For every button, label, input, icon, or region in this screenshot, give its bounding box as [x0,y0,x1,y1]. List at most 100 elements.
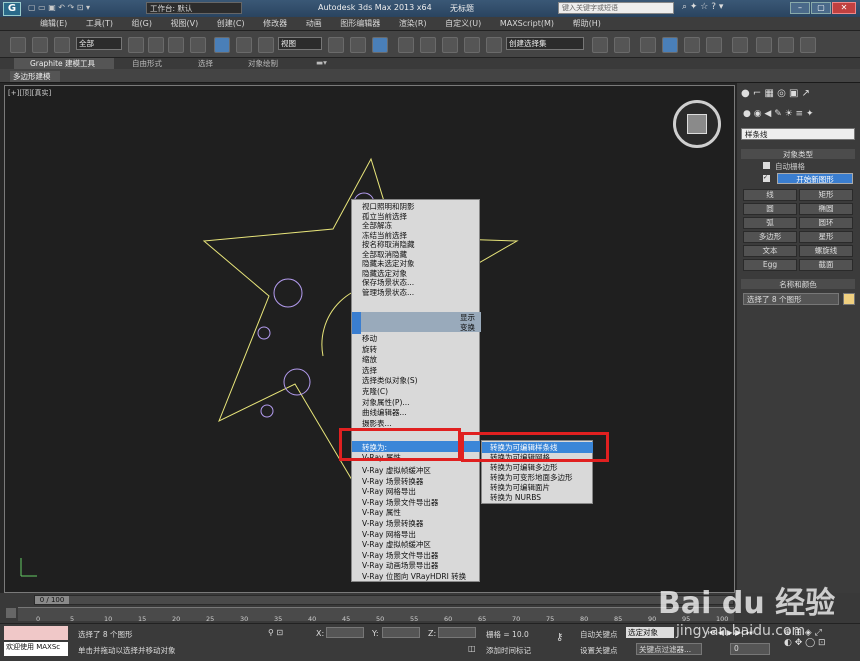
shape-button[interactable]: 螺旋线 [799,245,853,257]
scale-icon[interactable] [258,37,274,53]
menu-item[interactable]: 编辑(E) [40,17,67,30]
mirror-icon[interactable] [592,37,608,53]
select-object-icon[interactable] [128,37,144,53]
set-key-label[interactable]: 设置关键点 [580,645,618,656]
material-editor-icon[interactable] [732,37,748,53]
category-dropdown[interactable]: 样条线 [741,128,855,140]
pivot-center-icon[interactable] [328,37,344,53]
context-menu-item[interactable]: V-Ray 动画场景导出器 [362,560,438,571]
menu-item[interactable]: 图形编辑器 [340,17,380,30]
menu-item[interactable]: 自定义(U) [445,17,481,30]
ribbon-options-icon[interactable]: ▬▾ [316,58,327,67]
selected-dropdown[interactable]: 选定对象 [626,627,674,638]
search-input[interactable]: 键入关键字或短语 [558,2,674,14]
layer-manager-icon[interactable] [640,37,656,53]
context-menu-item[interactable]: 选择 [362,365,377,376]
context-menu-item[interactable]: 旋转 [362,344,377,355]
color-swatch[interactable] [843,293,855,305]
edit-named-selection-icon[interactable] [486,37,502,53]
curve-editor-icon[interactable] [684,37,700,53]
add-time-tag[interactable]: 添加时间标记 [486,645,531,656]
selection-filter-dropdown[interactable]: 全部 [76,37,122,50]
spinner-snap-icon[interactable] [464,37,480,53]
context-menu-item[interactable]: V-Ray 属性 [362,507,401,518]
context-menu-item[interactable]: 缩放 [362,354,377,365]
shape-button[interactable]: 星形 [799,231,853,243]
start-new-shape-button[interactable]: 开始新图形 [777,173,853,184]
graphite-toggle-icon[interactable] [662,37,678,53]
named-selection-dropdown[interactable]: 创建选择集 [506,37,584,50]
shape-button[interactable]: 文本 [743,245,797,257]
unlink-icon[interactable] [32,37,48,53]
minimize-button[interactable]: – [790,2,810,14]
infocenter-icons[interactable]: ⌕ ✦ ☆ ? ▾ [682,2,723,12]
rect-region-icon[interactable] [168,37,184,53]
context-menu-item[interactable]: 管理场景状态... [362,287,414,298]
menu-item[interactable]: 视图(V) [171,17,199,30]
maxscript-mini[interactable]: 欢迎使用 MAXSc [4,642,68,656]
shape-button[interactable]: 弧 [743,217,797,229]
ribbon-sublabel[interactable]: 多边形建模 [10,71,60,82]
window-crossing-icon[interactable] [190,37,206,53]
ribbon-tab-freeform[interactable]: 自由形式 [132,58,162,69]
select-manipulate-icon[interactable] [350,37,366,53]
maximize-button[interactable]: ▢ [811,2,831,14]
select-by-name-icon[interactable] [148,37,164,53]
context-menu-item[interactable]: V-Ray 场景转换器 [362,518,423,529]
context-menu-item[interactable]: V-Ray 场景转换器 [362,476,423,487]
context-menu-item[interactable]: V-Ray 网格导出 [362,529,416,540]
link-icon[interactable] [10,37,26,53]
ribbon-tab-object-paint[interactable]: 对象绘制 [248,58,278,69]
context-menu-item[interactable]: 对象属性(P)... [362,397,410,408]
menu-item[interactable]: 组(G) [132,17,152,30]
menu-item[interactable]: 修改器 [263,17,287,30]
time-slider-thumb[interactable]: 0 / 100 [35,596,69,604]
context-menu-item[interactable]: V-Ray 场景文件导出器 [362,550,438,561]
rollout-object-type[interactable]: 对象类型 [741,149,855,159]
frame-field[interactable]: 0 [730,643,770,655]
context-menu-item[interactable]: 曲线编辑器... [362,407,407,418]
render-frame-icon[interactable] [778,37,794,53]
rollout-name-color[interactable]: 名称和颜色 [741,279,855,289]
quick-access-toolbar[interactable]: ▢ ▭ ▣ ↶ ↷ ⊡ ▾ [28,3,140,14]
move-icon[interactable] [214,37,230,53]
render-icon[interactable] [800,37,816,53]
context-menu-item[interactable]: 移动 [362,333,377,344]
rotate-icon[interactable] [236,37,252,53]
shape-button[interactable]: 线 [743,189,797,201]
render-setup-icon[interactable] [756,37,772,53]
context-menu-item[interactable]: V-Ray 网格导出 [362,486,416,497]
context-menu-item[interactable]: V-Ray 虚拟帧缓冲区 [362,465,431,476]
context-menu-item[interactable]: 克隆(C) [362,386,388,397]
shape-button[interactable]: 圆环 [799,217,853,229]
x-field[interactable] [326,627,364,638]
time-tag-icon[interactable]: ◫ [468,644,476,653]
close-button[interactable]: ✕ [832,2,856,14]
key-icon[interactable]: ⚷ [556,632,563,643]
auto-key-label[interactable]: 自动关键点 [580,629,618,640]
menu-item[interactable]: MAXScript(M) [500,18,554,29]
y-field[interactable] [382,627,420,638]
maxscript-listener[interactable] [4,626,68,640]
menu-item[interactable]: 创建(C) [217,17,245,30]
coord-system-dropdown[interactable]: 视图 [278,37,322,50]
shape-button[interactable]: 截面 [799,259,853,271]
z-field[interactable] [438,627,476,638]
bind-spacewarp-icon[interactable] [54,37,70,53]
lock-icon[interactable]: ⚲ ⊡ [268,628,283,637]
create-category-icons[interactable]: ● ◉ ◀ ✎ ☀ ≡ ✦ [743,109,813,119]
snap-toggle-icon[interactable] [398,37,414,53]
keyboard-shortcut-icon[interactable] [372,37,388,53]
key-filters-button[interactable]: 关键点过滤器... [636,643,702,655]
context-menu-item[interactable]: V-Ray 虚拟帧缓冲区 [362,539,431,550]
context-menu-item[interactable]: 选择类似对象(S) [362,375,418,386]
shape-button[interactable]: 椭圆 [799,203,853,215]
align-icon[interactable] [614,37,630,53]
menu-item[interactable]: 工具(T) [86,17,113,30]
command-tabs[interactable]: ● ⌐ ▦ ◎ ▣ ↗ [741,88,810,99]
shape-button[interactable]: 矩形 [799,189,853,201]
shape-button[interactable]: 多边形 [743,231,797,243]
shape-button[interactable]: Egg [743,259,797,271]
mini-curve-icon[interactable] [6,608,16,618]
start-new-shape-checkbox[interactable]: ✓ [763,175,770,182]
